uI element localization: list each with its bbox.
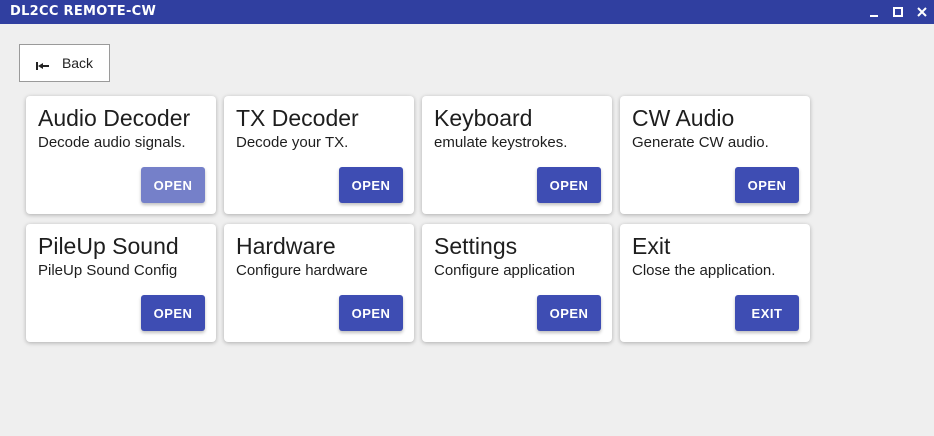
card-title: Exit (632, 233, 671, 259)
window-title: DL2CC REMOTE-CW (10, 4, 157, 19)
card-title: Audio Decoder (38, 105, 191, 131)
card-title: CW Audio (632, 105, 735, 131)
card-audio-decoder: Audio Decoder Decode audio signals. OPEN (26, 96, 216, 214)
open-tx-decoder-button[interactable]: OPEN (339, 167, 403, 203)
exit-button[interactable]: EXIT (735, 295, 799, 331)
back-label: Back (61, 55, 94, 71)
card-description: PileUp Sound Config (38, 262, 178, 279)
card-title: Keyboard (434, 105, 533, 131)
minimize-icon[interactable] (862, 0, 886, 24)
close-icon[interactable] (910, 0, 934, 24)
back-button[interactable]: Back (19, 44, 110, 82)
open-settings-button[interactable]: OPEN (537, 295, 601, 331)
open-pileup-sound-button[interactable]: OPEN (141, 295, 205, 331)
maximize-icon[interactable] (886, 0, 910, 24)
card-title: Hardware (236, 233, 336, 259)
card-description: Configure application (434, 262, 575, 279)
card-description: Decode audio signals. (38, 134, 186, 151)
card-description: Generate CW audio. (632, 134, 769, 151)
card-hardware: Hardware Configure hardware OPEN (224, 224, 414, 342)
open-keyboard-button[interactable]: OPEN (537, 167, 601, 203)
card-description: emulate keystrokes. (434, 134, 568, 151)
card-tx-decoder: TX Decoder Decode your TX. OPEN (224, 96, 414, 214)
open-hardware-button[interactable]: OPEN (339, 295, 403, 331)
card-description: Close the application. (632, 262, 776, 279)
card-pileup-sound: PileUp Sound PileUp Sound Config OPEN (26, 224, 216, 342)
card-description: Configure hardware (236, 262, 368, 279)
card-exit: Exit Close the application. EXIT (620, 224, 810, 342)
window-controls (862, 0, 934, 24)
card-description: Decode your TX. (236, 134, 349, 151)
card-keyboard: Keyboard emulate keystrokes. OPEN (422, 96, 612, 214)
card-title: Settings (434, 233, 518, 259)
card-title: PileUp Sound (38, 233, 179, 259)
card-title: TX Decoder (236, 105, 359, 131)
open-cw-audio-button[interactable]: OPEN (735, 167, 799, 203)
card-settings: Settings Configure application OPEN (422, 224, 612, 342)
back-arrow-icon (35, 58, 50, 70)
title-bar: DL2CC REMOTE-CW (0, 0, 934, 24)
open-audio-decoder-button[interactable]: OPEN (141, 167, 205, 203)
card-cw-audio: CW Audio Generate CW audio. OPEN (620, 96, 810, 214)
